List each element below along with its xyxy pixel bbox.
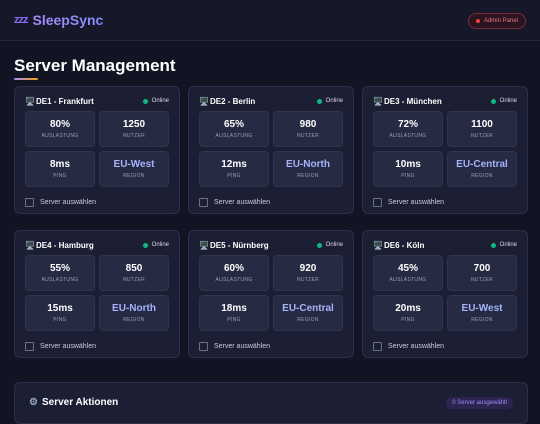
stat-region: EU-West REGION <box>447 295 517 331</box>
stat-region: EU-North REGION <box>99 295 169 331</box>
stat-region: EU-North REGION <box>273 151 343 187</box>
admin-panel-badge[interactable]: Admin Panel <box>467 13 526 29</box>
server-card: 🖥️ DE1 - Frankfurt Online 80% AUSLASTUNG 1… <box>14 86 180 214</box>
admin-panel-label: Admin Panel <box>483 18 518 24</box>
online-dot-icon <box>490 242 496 248</box>
online-dot-icon <box>316 242 322 248</box>
stat-ping: 10ms PING <box>373 151 443 187</box>
server-name: DE6 - Köln <box>383 240 425 250</box>
app-name: SleepSync <box>32 12 104 28</box>
server-actions-panel: ⚙ Server Aktionen 0 Server ausgewählt <box>14 382 528 424</box>
stat-region: EU-West REGION <box>99 151 169 187</box>
stat-utilization: 45% AUSLASTUNG <box>373 255 443 291</box>
gear-icon: ⚙ <box>29 397 38 408</box>
monitor-icon: 🖥️ <box>199 96 209 106</box>
select-server-checkbox[interactable]: Server auswählen <box>373 198 444 207</box>
stat-utilization: 80% AUSLASTUNG <box>25 111 95 147</box>
stat-ping: 12ms PING <box>199 151 269 187</box>
stat-ping: 20ms PING <box>373 295 443 331</box>
stat-utilization: 65% AUSLASTUNG <box>199 111 269 147</box>
stat-users: 1250 NUTZER <box>99 111 169 147</box>
title-underline <box>14 78 38 80</box>
status-badge: Online <box>142 242 169 248</box>
select-server-checkbox[interactable]: Server auswählen <box>199 342 270 351</box>
selected-count-badge: 0 Server ausgewählt <box>446 397 513 409</box>
status-badge: Online <box>316 242 343 248</box>
monitor-icon: 🖥️ <box>373 240 383 250</box>
stat-utilization: 55% AUSLASTUNG <box>25 255 95 291</box>
checkbox[interactable] <box>25 342 34 351</box>
stat-ping: 8ms PING <box>25 151 95 187</box>
online-dot-icon <box>142 98 148 104</box>
server-name: DE3 - München <box>383 96 442 106</box>
server-card: 🖥️ DE4 - Hamburg Online 55% AUSLASTUNG 850… <box>14 230 180 358</box>
sleep-icon: zzz <box>14 14 28 26</box>
stat-utilization: 60% AUSLASTUNG <box>199 255 269 291</box>
server-card: 🖥️ DE3 - München Online 72% AUSLASTUNG 110… <box>362 86 528 214</box>
stat-ping: 15ms PING <box>25 295 95 331</box>
select-server-checkbox[interactable]: Server auswählen <box>25 198 96 207</box>
monitor-icon: 🖥️ <box>25 240 35 250</box>
online-dot-icon <box>316 98 322 104</box>
server-name: DE4 - Hamburg <box>35 240 94 250</box>
server-card: 🖥️ DE2 - Berlin Online 65% AUSLASTUNG 980 N… <box>188 86 354 214</box>
actions-title: Server Aktionen <box>41 397 119 408</box>
status-badge: Online <box>490 98 517 104</box>
stat-region: EU-Central REGION <box>273 295 343 331</box>
monitor-icon: 🖥️ <box>373 96 383 106</box>
monitor-icon: 🖥️ <box>25 96 35 106</box>
checkbox[interactable] <box>25 198 34 207</box>
stat-users: 980 NUTZER <box>273 111 343 147</box>
status-badge: Online <box>490 242 517 248</box>
stat-ping: 18ms PING <box>199 295 269 331</box>
status-badge: Online <box>142 98 169 104</box>
top-bar: zzz SleepSync Admin Panel <box>0 0 540 41</box>
checkbox[interactable] <box>199 198 208 207</box>
server-name: DE2 - Berlin <box>209 96 256 106</box>
server-card: 🖥️ DE5 - Nürnberg Online 60% AUSLASTUNG 92… <box>188 230 354 358</box>
checkbox[interactable] <box>199 342 208 351</box>
stat-utilization: 72% AUSLASTUNG <box>373 111 443 147</box>
stat-users: 850 NUTZER <box>99 255 169 291</box>
page-title: Server Management <box>14 56 176 75</box>
admin-dot-icon <box>475 19 480 23</box>
stat-users: 700 NUTZER <box>447 255 517 291</box>
monitor-icon: 🖥️ <box>199 240 209 250</box>
stat-users: 920 NUTZER <box>273 255 343 291</box>
online-dot-icon <box>490 98 496 104</box>
checkbox[interactable] <box>373 342 382 351</box>
select-server-checkbox[interactable]: Server auswählen <box>25 342 96 351</box>
status-badge: Online <box>316 98 343 104</box>
server-card: 🖥️ DE6 - Köln Online 45% AUSLASTUNG 700 NUT… <box>362 230 528 358</box>
server-name: DE5 - Nürnberg <box>209 240 269 250</box>
app-logo[interactable]: zzz SleepSync <box>14 12 103 28</box>
server-name: DE1 - Frankfurt <box>35 96 94 106</box>
select-server-checkbox[interactable]: Server auswählen <box>199 198 270 207</box>
checkbox[interactable] <box>373 198 382 207</box>
select-server-checkbox[interactable]: Server auswählen <box>373 342 444 351</box>
stat-region: EU-Central REGION <box>447 151 517 187</box>
stat-users: 1100 NUTZER <box>447 111 517 147</box>
online-dot-icon <box>142 242 148 248</box>
